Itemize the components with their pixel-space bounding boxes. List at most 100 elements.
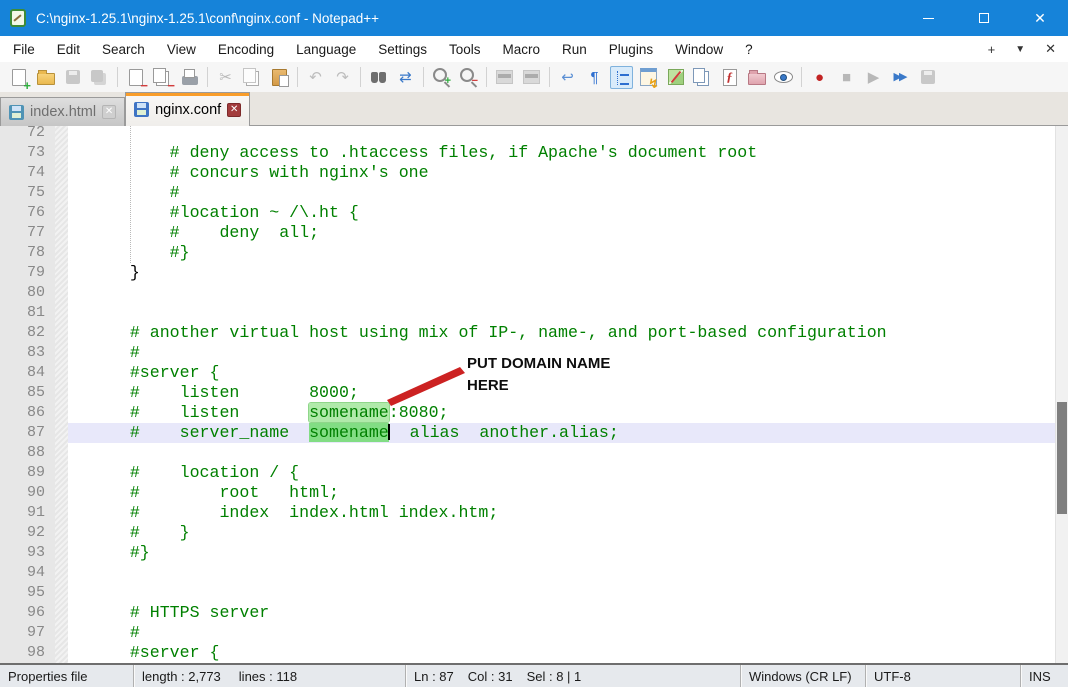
document-map-icon[interactable] — [664, 66, 687, 89]
minimize-button[interactable] — [900, 0, 956, 36]
playback-macro-icon[interactable]: ▶ — [862, 66, 885, 89]
paste-icon[interactable] — [268, 66, 291, 89]
show-indent-guide-icon[interactable] — [610, 66, 633, 89]
tab-close-icon[interactable]: ✕ — [102, 105, 116, 119]
vertical-scrollbar[interactable] — [1055, 126, 1068, 663]
toolbar-separator — [423, 67, 424, 87]
selected-text: somename — [309, 423, 389, 442]
annotation-line-2: HERE — [467, 375, 610, 397]
menu-search[interactable]: Search — [91, 36, 156, 62]
code-line-94[interactable] — [68, 563, 1055, 583]
menu-file[interactable]: File — [2, 36, 46, 62]
tab-list-dropdown[interactable]: ▼ — [1015, 44, 1025, 55]
folder-as-workspace-icon[interactable] — [745, 66, 768, 89]
code-line-90[interactable]: # root html; — [68, 483, 1055, 503]
code-line-92[interactable]: # } — [68, 523, 1055, 543]
code-line-72[interactable] — [68, 126, 1055, 143]
open-folder-icon[interactable] — [34, 66, 57, 89]
menu-encoding[interactable]: Encoding — [207, 36, 285, 62]
word-wrap-icon[interactable]: ↩ — [556, 66, 579, 89]
line-number: 88 — [0, 443, 55, 463]
sync-vertical-scrolling-icon[interactable] — [493, 66, 516, 89]
save-all-icon[interactable] — [88, 66, 111, 89]
start-recording-macro-icon[interactable]: ● — [808, 66, 831, 89]
save-icon[interactable] — [61, 66, 84, 89]
code-line-77[interactable]: # deny all; — [68, 223, 1055, 243]
new-tab-button[interactable]: + — [988, 42, 996, 57]
function-list-icon[interactable] — [637, 66, 660, 89]
code-line-98[interactable]: #server { — [68, 643, 1055, 663]
undo-icon[interactable]: ↶ — [304, 66, 327, 89]
redo-icon[interactable]: ↷ — [331, 66, 354, 89]
menu-window[interactable]: Window — [664, 36, 734, 62]
show-all-characters-icon[interactable]: ¶ — [583, 66, 606, 89]
save-recorded-macro-icon[interactable] — [916, 66, 939, 89]
bookmark-margin[interactable] — [55, 126, 68, 663]
code-line-73[interactable]: # deny access to .htaccess files, if Apa… — [68, 143, 1055, 163]
monitoring-tail-icon[interactable] — [772, 66, 795, 89]
editor[interactable]: 7273747576777879808182838485868788899091… — [0, 126, 1068, 663]
line-number: 85 — [0, 383, 55, 403]
find-icon[interactable] — [367, 66, 390, 89]
code-line-91[interactable]: # index index.html index.htm; — [68, 503, 1055, 523]
zoom-out-icon[interactable]: − — [457, 66, 480, 89]
code-line-76[interactable]: #location ~ /\.ht { — [68, 203, 1055, 223]
menu-tools[interactable]: Tools — [438, 36, 492, 62]
code-line-75[interactable]: # — [68, 183, 1055, 203]
close-document-icon[interactable]: − — [124, 66, 147, 89]
code-line-81[interactable] — [68, 303, 1055, 323]
print-icon[interactable] — [178, 66, 201, 89]
sync-horizontal-scrolling-icon[interactable] — [520, 66, 543, 89]
doc-type-label: Properties file — [8, 669, 87, 684]
code-line-97[interactable]: # — [68, 623, 1055, 643]
menu-edit[interactable]: Edit — [46, 36, 91, 62]
window-controls: ✕ — [900, 0, 1068, 36]
menu-help[interactable]: ? — [734, 36, 764, 62]
code-line-86[interactable]: # listen somename:8080; — [68, 403, 1055, 423]
status-insert-mode[interactable]: INS — [1020, 665, 1068, 687]
encoding-label: UTF-8 — [874, 669, 911, 684]
maximize-button[interactable] — [956, 0, 1012, 36]
zoom-in-icon[interactable]: + — [430, 66, 453, 89]
code-line-87[interactable]: # server_name somename alias another.ali… — [68, 423, 1055, 443]
menu-language[interactable]: Language — [285, 36, 367, 62]
lines-label: lines : 118 — [239, 669, 297, 684]
new-file-icon[interactable]: + — [7, 66, 30, 89]
tab-close-icon[interactable]: ✕ — [227, 103, 241, 117]
status-eol[interactable]: Windows (CR LF) — [740, 665, 865, 687]
function-list-panel-icon[interactable] — [718, 66, 741, 89]
menu-view[interactable]: View — [156, 36, 207, 62]
line-number: 74 — [0, 163, 55, 183]
menu-plugins[interactable]: Plugins — [598, 36, 664, 62]
scrollbar-thumb[interactable] — [1057, 402, 1067, 514]
code-line-78[interactable]: #} — [68, 243, 1055, 263]
menu-settings[interactable]: Settings — [367, 36, 438, 62]
document-switcher-icon[interactable] — [691, 66, 714, 89]
replace-icon[interactable]: ⇄ — [394, 66, 417, 89]
close-button[interactable]: ✕ — [1012, 0, 1068, 36]
toolbar-separator — [207, 67, 208, 87]
code-line-80[interactable] — [68, 283, 1055, 303]
code-line-88[interactable] — [68, 443, 1055, 463]
toolbar-separator — [297, 67, 298, 87]
stop-recording-macro-icon[interactable]: ■ — [835, 66, 858, 89]
line-number-gutter[interactable]: 7273747576777879808182838485868788899091… — [0, 126, 55, 663]
tab-index-html[interactable]: index.html✕ — [0, 97, 125, 126]
tab-nginx-conf[interactable]: nginx.conf✕ — [125, 92, 250, 126]
tab-bar: index.html✕nginx.conf✕ — [0, 92, 1068, 126]
close-all-documents-icon[interactable]: − — [151, 66, 174, 89]
code-line-82[interactable]: # another virtual host using mix of IP-,… — [68, 323, 1055, 343]
cut-icon[interactable]: ✂ — [214, 66, 237, 89]
menu-macro[interactable]: Macro — [492, 36, 552, 62]
code-line-93[interactable]: #} — [68, 543, 1055, 563]
code-line-95[interactable] — [68, 583, 1055, 603]
copy-icon[interactable] — [241, 66, 264, 89]
code-line-74[interactable]: # concurs with nginx's one — [68, 163, 1055, 183]
code-line-96[interactable]: # HTTPS server — [68, 603, 1055, 623]
code-line-89[interactable]: # location / { — [68, 463, 1055, 483]
menu-run[interactable]: Run — [551, 36, 598, 62]
close-tab-button[interactable]: ✕ — [1045, 41, 1056, 57]
status-encoding[interactable]: UTF-8 — [865, 665, 1020, 687]
code-line-79[interactable]: } — [68, 263, 1055, 283]
run-macro-multiple-times-icon[interactable]: ▶▶ — [889, 66, 912, 89]
